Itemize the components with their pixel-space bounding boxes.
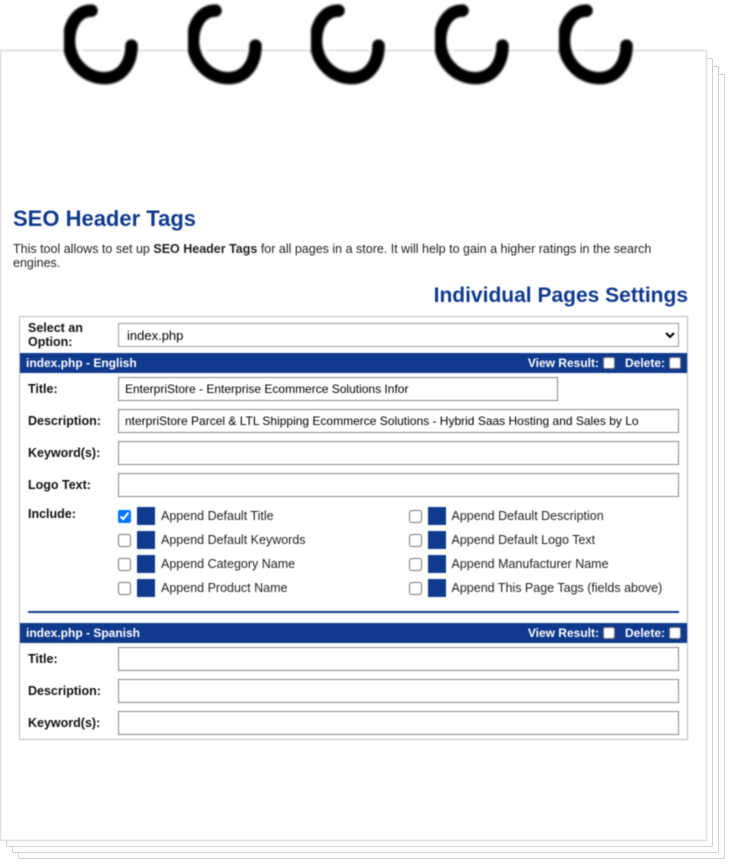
page-subtext: This tool allows to set up SEO Header Ta… (13, 242, 694, 270)
color-swatch (137, 555, 155, 573)
delete-item: Delete: (625, 356, 681, 370)
ring-icon (188, 0, 263, 95)
logotext-label: Logo Text: (28, 478, 118, 492)
include-option: Append Default Title (118, 507, 389, 525)
color-swatch (137, 507, 155, 525)
ring-icon (64, 0, 139, 95)
title-row: Title: (20, 373, 687, 405)
title-label: Title: (28, 652, 118, 666)
main-page: SEO Header Tags This tool allows to set … (0, 50, 707, 841)
description-input[interactable] (118, 409, 679, 433)
bar-title: index.php - Spanish (26, 626, 518, 640)
include-option-label: Append Default Title (161, 509, 274, 523)
description-row: Description: (20, 405, 687, 437)
page-stack: SEO Header Tags This tool allows to set … (0, 50, 733, 867)
description-label: Description: (28, 684, 118, 698)
section-title: Individual Pages Settings (13, 284, 694, 308)
delete-label: Delete: (625, 626, 665, 640)
subtext-bold: SEO Header Tags (153, 242, 257, 256)
description-row-es: Description: (20, 675, 687, 707)
include-option-label: Append Default Keywords (161, 533, 306, 547)
title-row-es: Title: (20, 643, 687, 675)
ring-icon (311, 0, 386, 95)
include-option: Append Default Logo Text (409, 531, 680, 549)
color-swatch (428, 555, 446, 573)
include-option: Append This Page Tags (fields above) (409, 579, 680, 597)
delete-checkbox[interactable] (669, 627, 681, 639)
keywords-input[interactable] (118, 441, 679, 465)
color-swatch (137, 579, 155, 597)
include-checkbox[interactable] (409, 534, 422, 547)
view-result-item: View Result: (528, 626, 615, 640)
bar-title: index.php - English (26, 356, 518, 370)
include-option-label: Append Manufacturer Name (452, 557, 609, 571)
color-swatch (137, 531, 155, 549)
divider (28, 611, 679, 613)
keywords-label: Keyword(s): (28, 446, 118, 460)
page-select[interactable]: index.php (118, 323, 679, 347)
keywords-row: Keyword(s): (20, 437, 687, 469)
include-checkbox[interactable] (118, 534, 131, 547)
include-checkbox[interactable] (118, 510, 131, 523)
keywords-input-es[interactable] (118, 711, 679, 735)
english-bar: index.php - English View Result: Delete: (20, 353, 687, 373)
include-row: Include: Append Default TitleAppend Defa… (20, 501, 687, 607)
include-checkbox[interactable] (118, 582, 131, 595)
view-result-item: View Result: (528, 356, 615, 370)
title-input[interactable] (118, 377, 558, 401)
include-option: Append Default Description (409, 507, 680, 525)
settings-panel: Select an Option: index.php index.php - … (19, 316, 688, 740)
ring-icon (435, 0, 510, 95)
view-result-checkbox[interactable] (603, 627, 615, 639)
delete-checkbox[interactable] (669, 357, 681, 369)
include-option: Append Default Keywords (118, 531, 389, 549)
ring-icon (559, 0, 634, 95)
include-option-label: Append This Page Tags (fields above) (452, 581, 663, 595)
include-option-label: Append Default Description (452, 509, 604, 523)
include-checkbox[interactable] (409, 582, 422, 595)
view-result-label: View Result: (528, 626, 599, 640)
include-label: Include: (28, 507, 118, 521)
color-swatch (428, 531, 446, 549)
logotext-input[interactable] (118, 473, 679, 497)
description-input-es[interactable] (118, 679, 679, 703)
include-option: Append Product Name (118, 579, 389, 597)
include-option: Append Category Name (118, 555, 389, 573)
include-checkbox[interactable] (409, 558, 422, 571)
select-label: Select an Option: (28, 321, 118, 349)
include-option: Append Manufacturer Name (409, 555, 680, 573)
title-input-es[interactable] (118, 647, 679, 671)
delete-item: Delete: (625, 626, 681, 640)
title-label: Title: (28, 382, 118, 396)
include-option-label: Append Product Name (161, 581, 287, 595)
color-swatch (428, 507, 446, 525)
include-checkbox[interactable] (409, 510, 422, 523)
logotext-row: Logo Text: (20, 469, 687, 501)
include-option-label: Append Default Logo Text (452, 533, 596, 547)
include-grid: Append Default Title Append Default Descr… (118, 507, 679, 597)
view-result-label: View Result: (528, 356, 599, 370)
subtext-pre: This tool allows to set up (13, 242, 153, 256)
description-label: Description: (28, 414, 118, 428)
spanish-bar: index.php - Spanish View Result: Delete: (20, 623, 687, 643)
include-checkbox[interactable] (118, 558, 131, 571)
keywords-label: Keyword(s): (28, 716, 118, 730)
color-swatch (428, 579, 446, 597)
include-option-label: Append Category Name (161, 557, 295, 571)
select-row: Select an Option: index.php (20, 317, 687, 353)
keywords-row-es: Keyword(s): (20, 707, 687, 739)
delete-label: Delete: (625, 356, 665, 370)
page-heading: SEO Header Tags (13, 206, 694, 232)
spiral-binding (0, 0, 698, 95)
view-result-checkbox[interactable] (603, 357, 615, 369)
